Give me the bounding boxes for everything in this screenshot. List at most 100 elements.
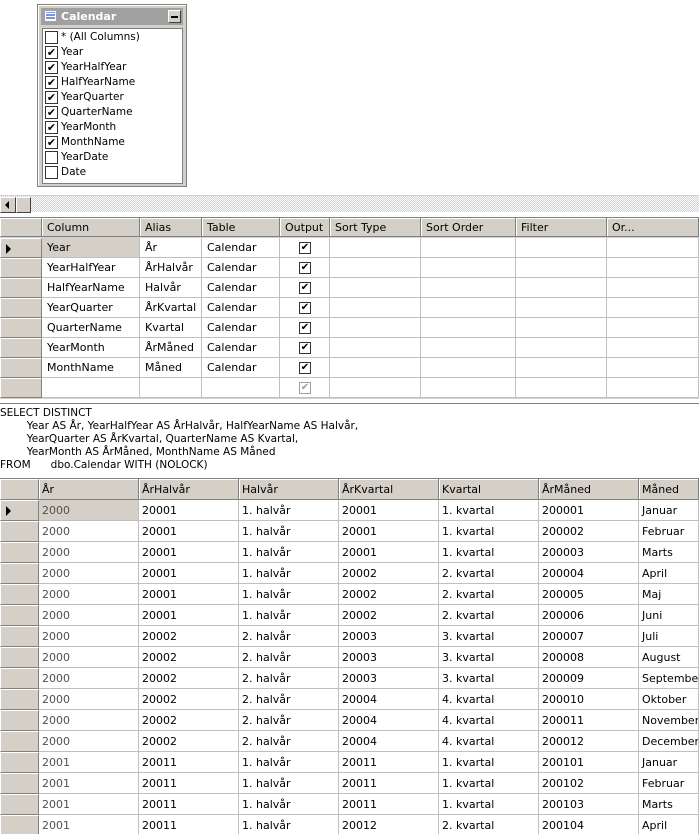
results-cell[interactable]: 20011 <box>139 773 239 794</box>
results-cell[interactable]: 1. halvår <box>239 605 339 626</box>
row-selector[interactable] <box>0 338 42 358</box>
sql-pane[interactable]: SELECT DISTINCT Year AS År, YearHalfYear… <box>0 403 699 475</box>
results-cell[interactable]: 2001 <box>39 815 139 834</box>
criteria-cell[interactable]: QuarterName <box>42 318 140 338</box>
row-selector[interactable] <box>0 378 42 398</box>
criteria-cell[interactable]: Måned <box>140 358 202 378</box>
results-cell[interactable]: 1. halvår <box>239 542 339 563</box>
criteria-column-header[interactable]: Or... <box>607 218 699 237</box>
column-list-item[interactable]: ✔ MonthName <box>43 135 182 150</box>
criteria-cell[interactable]: YearQuarter <box>42 298 140 318</box>
criteria-cell[interactable]: ÅrKvartal <box>140 298 202 318</box>
criteria-cell[interactable] <box>421 318 516 338</box>
results-cell[interactable]: 200011 <box>539 710 639 731</box>
results-row[interactable]: 2000 20002 2. halvår 20004 4. kvartal 200012 D… <box>0 731 699 752</box>
column-checkbox[interactable]: ✔ <box>45 61 58 74</box>
column-checkbox[interactable]: ✔ <box>45 46 58 59</box>
results-cell[interactable]: 2. kvartal <box>439 815 539 834</box>
row-selector[interactable] <box>0 752 39 773</box>
results-cell[interactable]: 2001 <box>39 794 139 815</box>
criteria-cell[interactable] <box>516 238 607 258</box>
criteria-cell[interactable]: Calendar <box>202 298 280 318</box>
criteria-cell[interactable] <box>330 358 421 378</box>
results-cell[interactable]: 20001 <box>139 563 239 584</box>
criteria-cell[interactable] <box>607 358 699 378</box>
criteria-column-header[interactable]: Table <box>202 218 280 237</box>
column-checkbox[interactable]: ✔ <box>45 76 58 89</box>
results-cell[interactable]: August <box>639 647 699 668</box>
results-cell[interactable]: 20001 <box>139 584 239 605</box>
column-list-item[interactable]: * (All Columns) <box>43 30 182 45</box>
criteria-cell[interactable] <box>607 338 699 358</box>
criteria-cell[interactable]: ✔ <box>280 378 330 398</box>
results-cell[interactable]: 20002 <box>139 647 239 668</box>
results-cell[interactable]: 200006 <box>539 605 639 626</box>
criteria-row[interactable]: YearMonth ÅrMåned Calendar ✔ <box>0 338 699 358</box>
results-cell[interactable]: Oktober <box>639 689 699 710</box>
row-selector[interactable] <box>0 521 39 542</box>
output-checkbox[interactable]: ✔ <box>299 322 311 334</box>
results-cell[interactable]: 200004 <box>539 563 639 584</box>
results-cell[interactable]: 20011 <box>139 815 239 834</box>
results-row[interactable]: 2000 20001 1. halvår 20001 1. kvartal 200002 F… <box>0 521 699 542</box>
criteria-cell[interactable]: YearHalfYear <box>42 258 140 278</box>
criteria-cell[interactable] <box>421 358 516 378</box>
results-cell[interactable]: 200103 <box>539 794 639 815</box>
results-cell[interactable]: 2. kvartal <box>439 605 539 626</box>
results-cell[interactable]: 4. kvartal <box>439 710 539 731</box>
criteria-row[interactable]: MonthName Måned Calendar ✔ <box>0 358 699 378</box>
results-cell[interactable]: 2000 <box>39 710 139 731</box>
results-cell[interactable]: 2000 <box>39 647 139 668</box>
results-cell[interactable]: 200002 <box>539 521 639 542</box>
column-list-item[interactable]: ✔ Year <box>43 45 182 60</box>
criteria-cell[interactable]: ÅrHalvår <box>140 258 202 278</box>
criteria-cell[interactable] <box>516 358 607 378</box>
criteria-row[interactable]: YearQuarter ÅrKvartal Calendar ✔ <box>0 298 699 318</box>
results-cell[interactable]: 20002 <box>139 710 239 731</box>
results-cell[interactable]: 1. halvår <box>239 773 339 794</box>
criteria-cell[interactable]: Calendar <box>202 338 280 358</box>
row-selector[interactable] <box>0 258 42 278</box>
results-cell[interactable]: 2. halvår <box>239 689 339 710</box>
results-cell[interactable]: 2. halvår <box>239 668 339 689</box>
results-cell[interactable]: 20002 <box>139 731 239 752</box>
results-column-header[interactable]: Måned <box>639 479 699 500</box>
criteria-cell[interactable]: ✔ <box>280 318 330 338</box>
results-row[interactable]: 2000 20002 2. halvår 20004 4. kvartal 200011 N… <box>0 710 699 731</box>
results-column-header[interactable]: ÅrHalvår <box>139 479 239 500</box>
column-checkbox[interactable] <box>45 151 58 164</box>
results-cell[interactable]: 1. halvår <box>239 815 339 834</box>
results-row[interactable]: 2000 20001 1. halvår 20001 1. kvartal 200003 M… <box>0 542 699 563</box>
results-cell[interactable]: Februar <box>639 521 699 542</box>
results-cell[interactable]: 20002 <box>339 605 439 626</box>
row-selector[interactable] <box>0 794 39 815</box>
row-selector[interactable] <box>0 278 42 298</box>
results-cell[interactable]: 20002 <box>339 563 439 584</box>
results-cell[interactable]: 200104 <box>539 815 639 834</box>
column-list-item[interactable]: ✔ QuarterName <box>43 105 182 120</box>
column-checkbox[interactable] <box>45 31 58 44</box>
criteria-row[interactable]: ✔ <box>0 378 699 398</box>
results-cell[interactable]: 2000 <box>39 563 139 584</box>
criteria-cell[interactable] <box>516 338 607 358</box>
column-list-item[interactable]: ✔ YearQuarter <box>43 90 182 105</box>
results-cell[interactable]: April <box>639 815 699 834</box>
results-cell[interactable]: 2000 <box>39 731 139 752</box>
results-cell[interactable]: 3. kvartal <box>439 668 539 689</box>
column-checkbox[interactable] <box>45 166 58 179</box>
row-selector[interactable] <box>0 626 39 647</box>
results-cell[interactable]: 20003 <box>339 647 439 668</box>
row-selector[interactable] <box>0 318 42 338</box>
criteria-cell[interactable] <box>330 318 421 338</box>
results-row[interactable]: 2000 20001 1. halvår 20002 2. kvartal 200006 J… <box>0 605 699 626</box>
results-cell[interactable]: 1. kvartal <box>439 542 539 563</box>
criteria-cell[interactable]: ✔ <box>280 298 330 318</box>
results-cell[interactable]: 4. kvartal <box>439 689 539 710</box>
results-cell[interactable]: 1. halvår <box>239 752 339 773</box>
criteria-row[interactable]: QuarterName Kvartal Calendar ✔ <box>0 318 699 338</box>
criteria-cell[interactable]: Calendar <box>202 258 280 278</box>
criteria-row[interactable]: YearHalfYear ÅrHalvår Calendar ✔ <box>0 258 699 278</box>
table-title-bar[interactable]: Calendar <box>41 8 183 25</box>
column-checkbox[interactable]: ✔ <box>45 121 58 134</box>
criteria-column-header[interactable]: Column <box>42 218 140 237</box>
